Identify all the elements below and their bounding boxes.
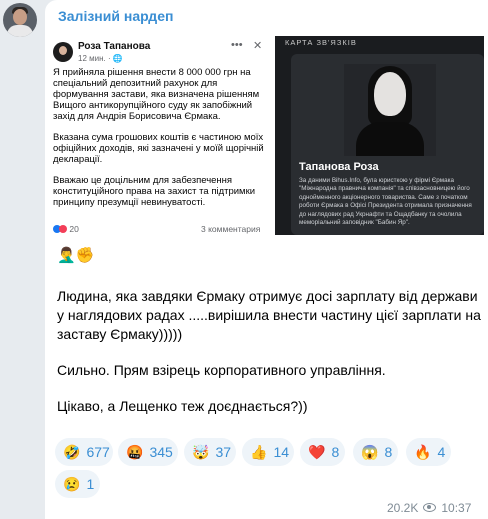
cursing-emoji-icon: 🤬 (126, 443, 144, 460)
love-reaction-icon (59, 225, 67, 233)
attached-screenshot[interactable]: Роза Тапанова 12 мин. · 🌐 ••• ✕ Я прийня… (51, 36, 484, 235)
avatar-body (7, 25, 33, 37)
message-text: Людина, яка завдяки Єрмаку отримує досі … (57, 287, 482, 433)
reaction-exploding-head[interactable]: 🤯 37 (184, 438, 236, 466)
post-time: 12 мин. · 🌐 (78, 54, 123, 63)
globe-icon: 🌐 (112, 54, 123, 63)
channel-avatar[interactable] (3, 3, 37, 37)
message-emojis: 🤦‍♂️✊ (57, 247, 95, 264)
channel-name[interactable]: Залізний нардеп (58, 8, 173, 24)
reaction-count: 37 (215, 444, 232, 460)
thumbs-up-emoji-icon: 👍 (250, 443, 268, 460)
connections-card-panel: КАРТА ЗВ'ЯЗКІВ Тапанова Роза За даними B… (275, 36, 484, 235)
reaction-count: 4 (437, 444, 446, 460)
portrait-body (356, 122, 424, 156)
card-header: КАРТА ЗВ'ЯЗКІВ (285, 38, 357, 47)
fire-emoji-icon: 🔥 (414, 443, 432, 460)
message-paragraph: Цікаво, а Лещенко теж доєднається?)) (57, 398, 308, 414)
close-icon: ✕ (253, 40, 263, 52)
message-paragraph: Сильно. Прям взірець корпоративного упра… (57, 362, 386, 378)
rofl-emoji-icon: 🤣 (63, 443, 81, 460)
post-reactions-count: 20 (69, 224, 79, 234)
message-bubble: Залізний нардеп Роза Тапанова 12 мин. · … (45, 0, 488, 519)
reaction-cursing[interactable]: 🤬 345 (118, 438, 178, 466)
reaction-thumbs-up[interactable]: 👍 14 (242, 438, 294, 466)
post-paragraph: Вважаю це доцільним для забезпечення кон… (53, 175, 256, 208)
reaction-crying[interactable]: 😢 1 (55, 470, 100, 498)
post-author-name: Роза Тапанова (78, 41, 151, 52)
avatar-head (13, 9, 27, 25)
reaction-heart[interactable]: ❤️ 8 (300, 438, 345, 466)
post-paragraph: Вказана сума грошових коштів є частиною … (53, 132, 264, 165)
more-icon: ••• (231, 39, 243, 51)
reaction-count: 1 (86, 476, 95, 492)
person-name: Тапанова Роза (299, 161, 379, 173)
reaction-rofl[interactable]: 🤣 677 (55, 438, 113, 466)
portrait-face (374, 72, 406, 116)
crying-emoji-icon: 😢 (63, 475, 81, 492)
post-comments-count: 3 комментария (201, 224, 261, 234)
views-count: 20.2K (387, 501, 419, 515)
message-paragraph: Людина, яка завдяки Єрмаку отримує досі … (57, 288, 481, 342)
message-time: 10:37 (441, 501, 472, 515)
eye-icon (423, 503, 437, 512)
post-author-avatar (53, 42, 73, 62)
person-description: За даними Bihus.Info, була юристкою у фі… (299, 177, 472, 227)
exploding-head-emoji-icon: 🤯 (192, 443, 210, 460)
scream-emoji-icon: 😱 (361, 443, 379, 460)
post-reactions: 20 (53, 224, 79, 234)
reaction-count: 14 (273, 444, 290, 460)
person-card: Тапанова Роза За даними Bihus.Info, була… (291, 54, 484, 235)
person-portrait (344, 64, 436, 156)
reaction-count: 8 (384, 444, 393, 460)
reaction-count: 677 (86, 444, 110, 460)
reaction-scream[interactable]: 😱 8 (353, 438, 398, 466)
message-meta: 20.2K 10:37 (387, 501, 471, 515)
reaction-fire[interactable]: 🔥 4 (406, 438, 451, 466)
reaction-count: 345 (149, 444, 173, 460)
post-text: Я прийняла рішення внести 8 000 000 грн … (53, 67, 267, 218)
post-paragraph: Я прийняла рішення внести 8 000 000 грн … (53, 67, 260, 122)
reaction-count: 8 (331, 444, 340, 460)
heart-emoji-icon: ❤️ (308, 443, 326, 460)
facebook-post: Роза Тапанова 12 мин. · 🌐 ••• ✕ Я прийня… (51, 36, 270, 235)
